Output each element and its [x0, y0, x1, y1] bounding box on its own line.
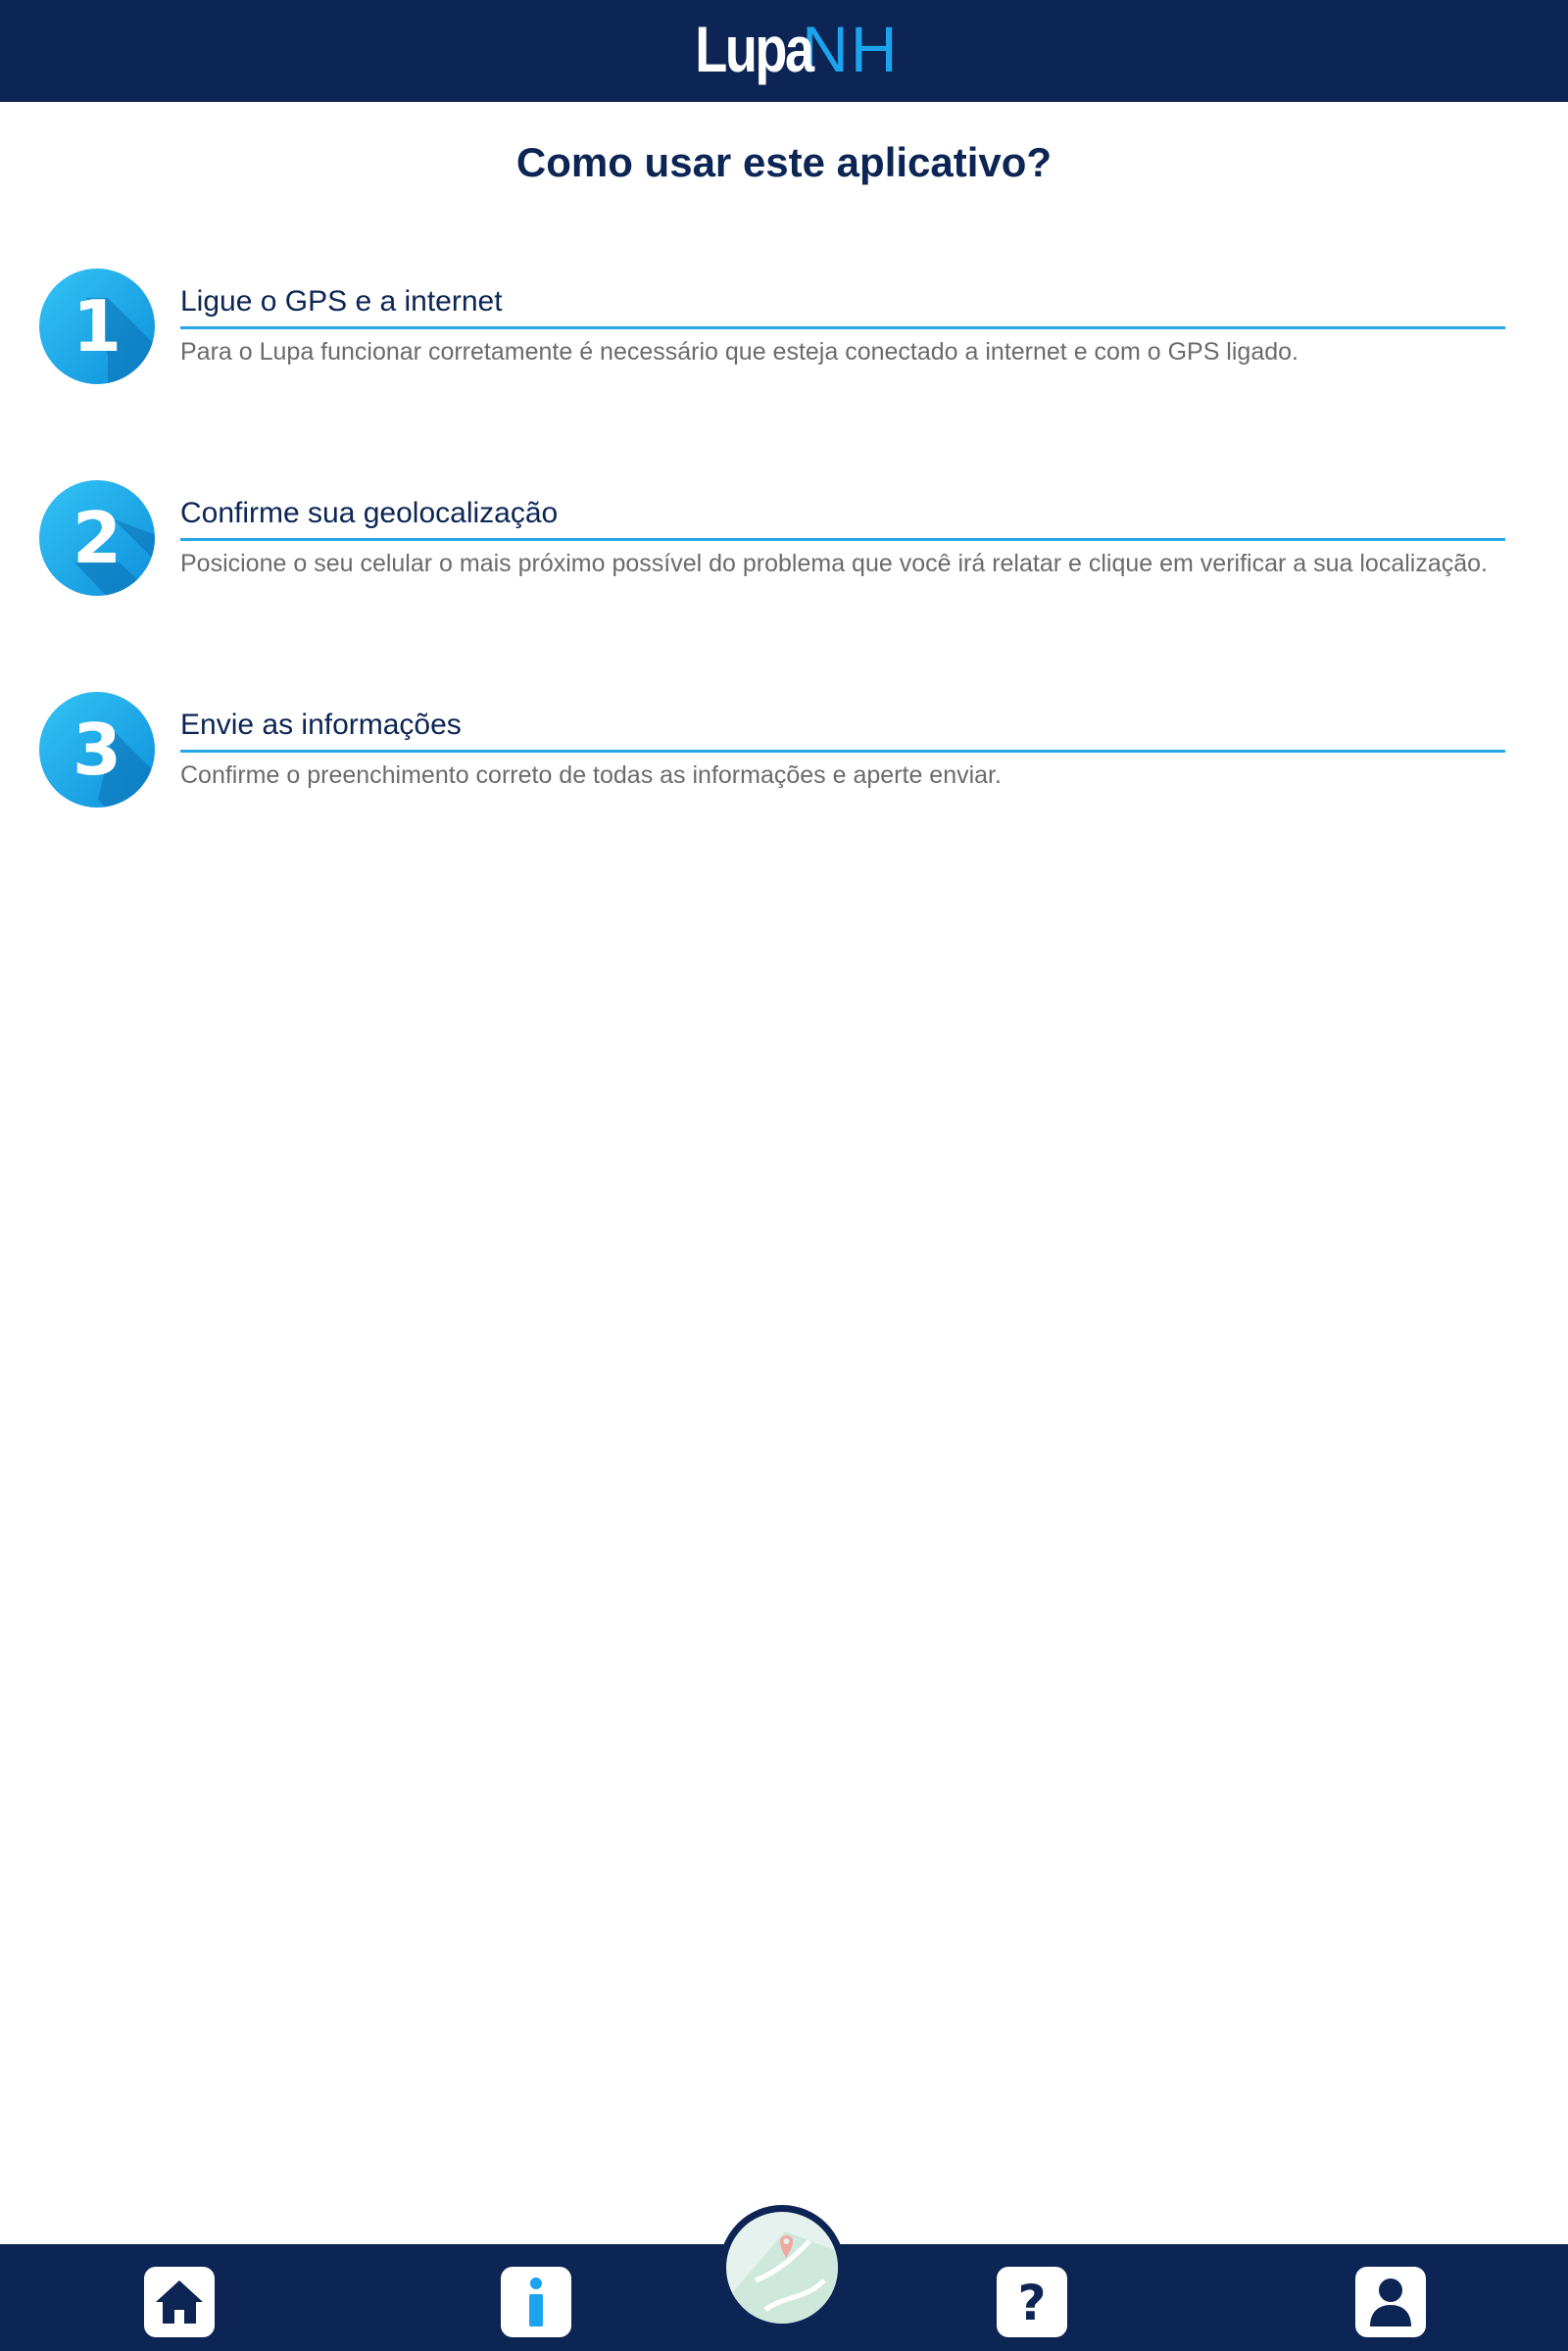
svg-text:1: 1: [73, 285, 122, 367]
step-number-1-icon: 1: [39, 269, 155, 384]
svg-text:2: 2: [73, 497, 122, 579]
app-logo: LupaNH: [0, 8, 1568, 90]
app-header: LupaNH: [0, 0, 1568, 102]
step-description: Posicione o seu celular o mais próximo p…: [180, 550, 1488, 577]
nav-profile-button[interactable]: [1355, 2267, 1426, 2337]
nav-home-button[interactable]: [144, 2267, 215, 2337]
logo-text-nh: NH: [802, 13, 900, 85]
nav-info-button[interactable]: [501, 2267, 571, 2337]
step-heading: Confirme sua geolocalização: [180, 497, 559, 529]
map-icon: [726, 2212, 838, 2324]
step-heading: Ligue o GPS e a internet: [180, 285, 503, 318]
step-description: Para o Lupa funcionar corretamente é nec…: [180, 338, 1298, 366]
step-number-2-icon: 2: [39, 480, 155, 596]
svg-text:3: 3: [73, 709, 122, 791]
nav-help-button[interactable]: ?: [997, 2267, 1067, 2337]
info-icon: [529, 2278, 543, 2327]
logo-text-lupa: Lupa: [694, 13, 814, 85]
svg-text:?: ?: [1017, 2277, 1046, 2327]
step-description: Confirme o preenchimento correto de toda…: [180, 761, 1002, 789]
step-divider: [180, 750, 1505, 753]
step-divider: [180, 538, 1505, 541]
home-icon: [156, 2280, 203, 2324]
page-title: Como usar este aplicativo?: [515, 139, 1053, 185]
step-heading: Envie as informações: [180, 709, 462, 741]
step-item-2: 2 Confirme sua geolocalização Posicione …: [39, 480, 1505, 608]
nav-map-button[interactable]: [719, 2205, 845, 2330]
step-item-3: 3 Envie as informações Confirme o preenc…: [39, 692, 1505, 819]
help-icon: ?: [1017, 2277, 1046, 2327]
step-divider: [180, 326, 1505, 329]
user-icon: [1370, 2278, 1411, 2327]
step-number-3-icon: 3: [39, 692, 155, 808]
step-item-1: 1 Ligue o GPS e a internet Para o Lupa f…: [39, 269, 1505, 396]
